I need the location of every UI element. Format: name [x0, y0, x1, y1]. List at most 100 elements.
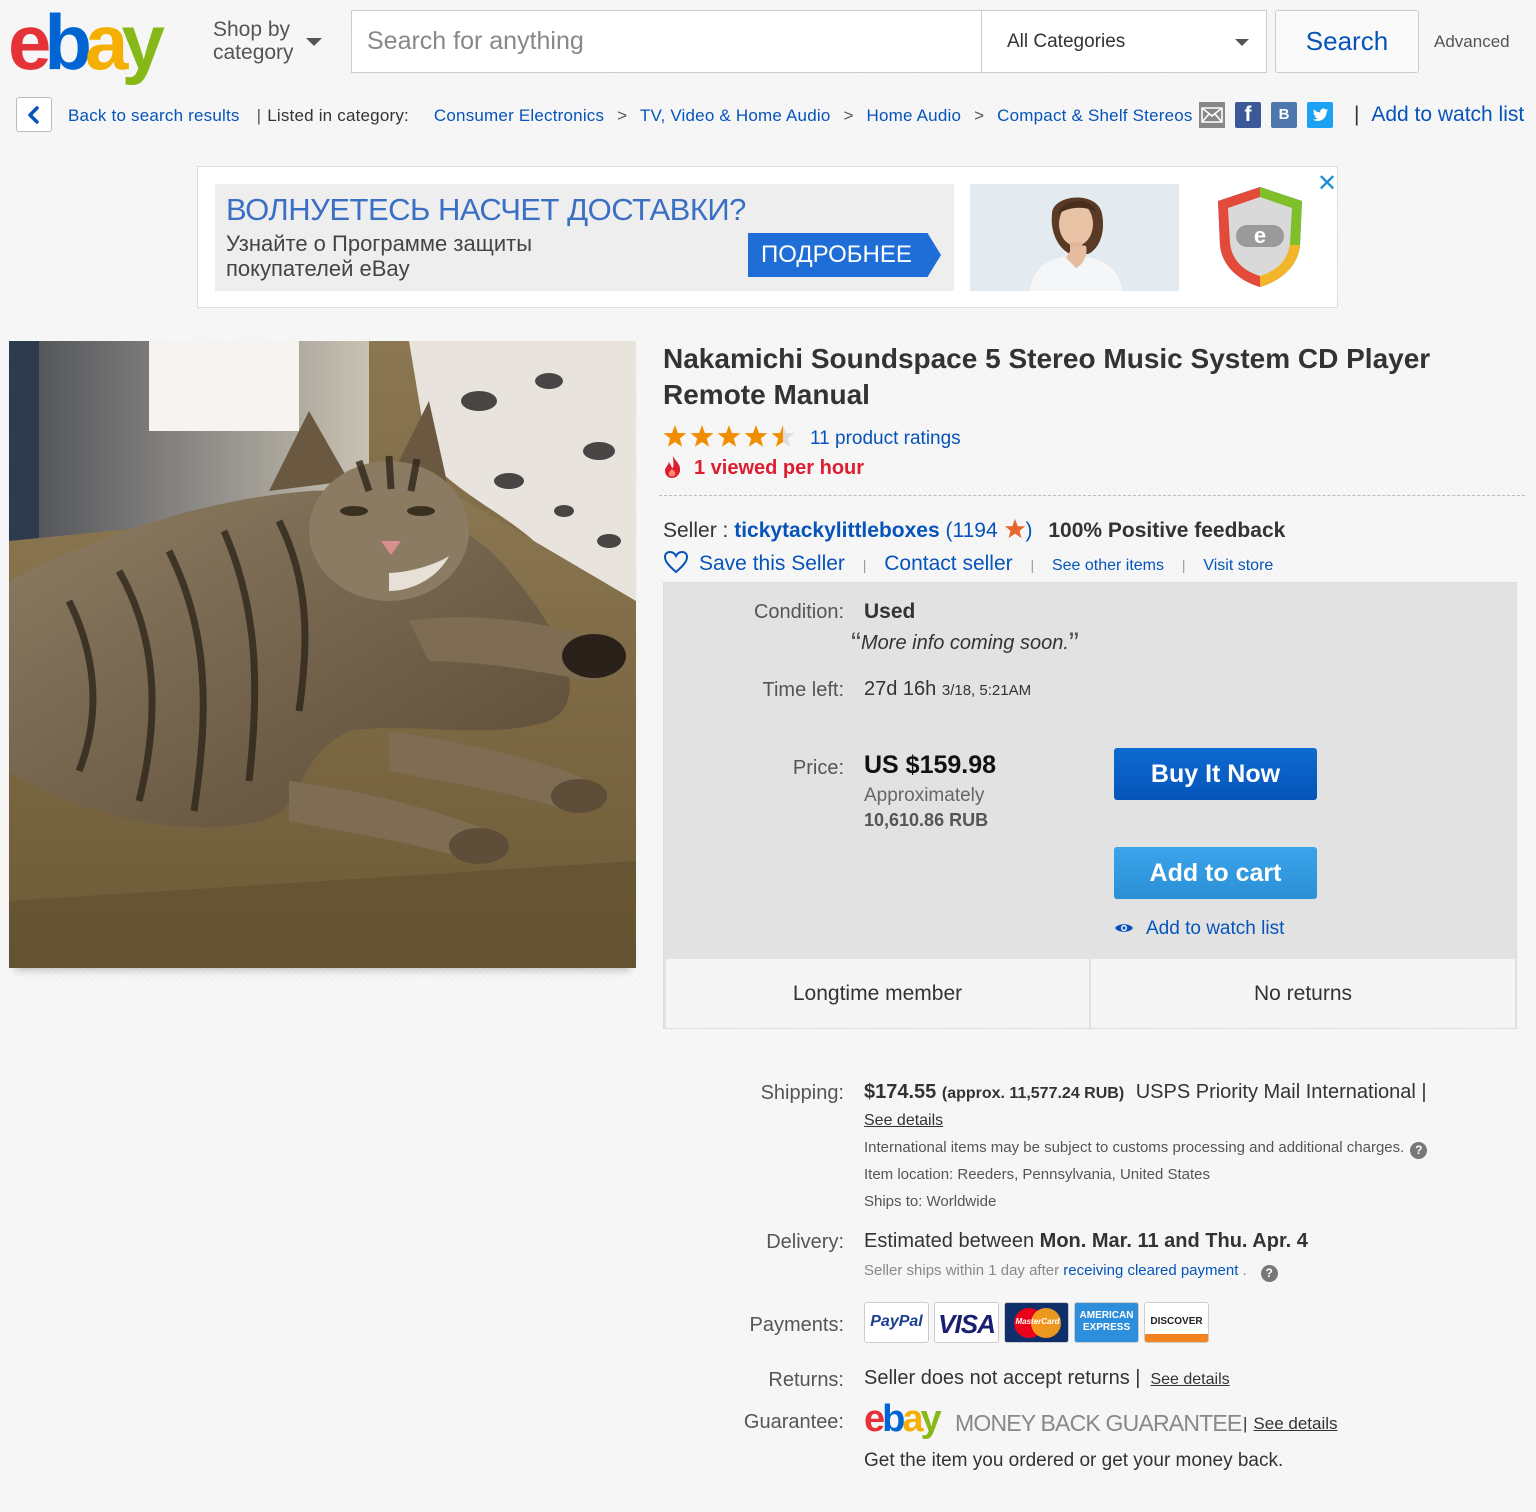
time-left-label: Time left: [762, 679, 845, 701]
back-to-results-link[interactable]: Back to search results [68, 106, 240, 125]
discover-icon: DISCOVER [1144, 1302, 1209, 1343]
seller-feedback-score[interactable]: 1194 [952, 519, 997, 542]
save-seller-link[interactable]: Save this Seller [699, 552, 845, 575]
buy-it-now-button[interactable]: Buy It Now [1114, 748, 1317, 800]
shipping-approx: (approx. 11,577.24 RUB) [941, 1085, 1125, 1102]
visa-label: VISA [938, 1309, 996, 1339]
breadcrumb-separator: > [974, 106, 985, 125]
star-rating[interactable] [663, 424, 803, 455]
ad-headline: ВОЛНУЕТЕСЬ НАСЧЕТ ДОСТАВКИ? [226, 192, 746, 227]
discover-orange-bar [1145, 1334, 1208, 1342]
watch-eye-graphic [1115, 924, 1133, 932]
end-time: 3/18, 5:21AM [941, 682, 1032, 699]
add-to-cart-button[interactable]: Add to cart [1114, 847, 1317, 899]
see-other-items-link[interactable]: See other items [1052, 557, 1164, 574]
divider: | [1030, 557, 1035, 573]
product-image[interactable] [9, 341, 636, 968]
returns-text: Seller does not accept returns | [864, 1367, 1141, 1389]
shield-letter: e [1254, 223, 1266, 248]
guarantee-pipe: | [1243, 1414, 1248, 1433]
returns-see-details-link[interactable]: See details [1150, 1371, 1229, 1388]
divider [659, 495, 1525, 496]
feedback-star-icon [1004, 518, 1025, 539]
returns-label: Returns: [768, 1369, 844, 1391]
approx-value: 10,610.86 RUB [864, 810, 989, 830]
ad-woman-photo [970, 184, 1179, 291]
contact-seller-link[interactable]: Contact seller [884, 552, 1012, 575]
shop-by-category-button[interactable]: Shop by category [213, 18, 322, 64]
star-icon [771, 425, 795, 447]
top-watch-list: | Add to watch list [1354, 103, 1524, 127]
top-add-to-watch-list-link[interactable]: Add to watch list [1371, 103, 1524, 126]
delivery-range: Mon. Mar. 11 and Thu. Apr. 4 [1039, 1230, 1308, 1252]
mastercard-label: MasterCard [1015, 1317, 1060, 1326]
star-icon [717, 425, 741, 447]
help-icon[interactable]: ? [1260, 1265, 1278, 1282]
breadcrumb-item-consumer-electronics[interactable]: Consumer Electronics [434, 106, 604, 125]
search-button[interactable]: Search [1275, 10, 1419, 73]
ad-text-panel: ВОЛНУЕТЕСЬ НАСЧЕТ ДОСТАВКИ? Узнайте о Пр… [215, 184, 954, 291]
heart-icon[interactable] [663, 550, 689, 574]
facebook-icon[interactable]: f [1235, 102, 1261, 128]
breadcrumb-item-tv-video-home-audio[interactable]: TV, Video & Home Audio [640, 106, 831, 125]
shipping-service: USPS Priority Mail International | [1135, 1081, 1427, 1103]
shipping-see-details-link[interactable]: See details [864, 1112, 943, 1130]
time-left: 27d 16h 3/18, 5:21AM [864, 678, 1031, 701]
logo-letter-e: e [8, 0, 51, 86]
positive-feedback: 100% Positive feedback [1048, 519, 1286, 542]
breadcrumb-divider: | [256, 106, 262, 125]
approx-label: Approximately [864, 785, 985, 806]
twitter-icon[interactable] [1307, 102, 1333, 128]
seller-name-link[interactable]: tickytackylittleboxes [734, 519, 939, 542]
envelope-icon [1199, 102, 1225, 128]
back-button[interactable] [16, 97, 52, 132]
guarantee-note: Get the item you ordered or get your mon… [864, 1450, 1284, 1471]
delivery-prefix: Estimated between [864, 1230, 1035, 1252]
guarantee-logo-b: b [882, 1398, 905, 1440]
ebay-logo[interactable]: ebay [8, 0, 165, 86]
condition-note-text: More info coming soon. [861, 632, 1069, 654]
international-note: International items may be subject to cu… [864, 1139, 1428, 1159]
logo-letter-a: a [85, 0, 128, 86]
tabby-cat-photo [9, 341, 636, 968]
item-location: Item location: Reeders, Pennsylvania, Un… [864, 1166, 1211, 1183]
advanced-search-link[interactable]: Advanced [1434, 32, 1510, 52]
cleared-payment-link[interactable]: receiving cleared payment [1063, 1262, 1238, 1279]
breadcrumb-item-compact-shelf-stereos[interactable]: Compact & Shelf Stereos [997, 106, 1192, 125]
search-input[interactable] [351, 10, 982, 73]
visit-store-link[interactable]: Visit store [1203, 557, 1273, 574]
visa-icon: VISA [934, 1302, 999, 1343]
discover-label: DISCOVER [1150, 1316, 1203, 1327]
delivery-label: Delivery: [766, 1231, 844, 1253]
twitter-bird-icon [1312, 108, 1328, 121]
condition-value: Used [864, 600, 916, 623]
mail-icon[interactable] [1199, 102, 1225, 128]
help-icon[interactable]: ? [1410, 1142, 1428, 1159]
breadcrumb-item-home-audio[interactable]: Home Audio [867, 106, 962, 125]
chevron-down-icon [1235, 39, 1249, 46]
badge-longtime-member: Longtime member [666, 959, 1090, 1028]
returns-value: Seller does not accept returns | See deta… [864, 1367, 1230, 1390]
quote-open: “ [851, 627, 861, 660]
category-select[interactable]: All Categories [981, 10, 1267, 73]
stars-icon [663, 425, 795, 447]
delivery-sub-prefix: Seller ships within 1 day after [864, 1262, 1060, 1279]
price-label: Price: [792, 757, 844, 779]
eye-icon[interactable] [1114, 920, 1134, 941]
guarantee-logo-e: e [864, 1398, 885, 1440]
viewed-per-hour: 1 viewed per hour [694, 457, 865, 479]
star-icon [690, 425, 714, 447]
quote-close: ” [1068, 627, 1079, 660]
shop-by-category-label: Shop by category [213, 18, 294, 64]
product-ratings-link[interactable]: 11 product ratings [810, 428, 961, 450]
shield-graphic: e [1218, 187, 1302, 287]
delivery-estimate: Estimated between Mon. Mar. 11 and Thu. … [864, 1230, 1308, 1253]
ad-cta-button[interactable]: ПОДРОБНЕЕ [748, 233, 941, 277]
logo-letter-y: y [121, 0, 164, 86]
guarantee-logo-a: a [902, 1398, 923, 1440]
add-to-watch-list-link[interactable]: Add to watch list [1146, 918, 1284, 940]
ad-banner[interactable]: ВОЛНУЕТЕСЬ НАСЧЕТ ДОСТАВКИ? Узнайте о Пр… [197, 166, 1338, 308]
vk-icon[interactable]: B [1271, 102, 1297, 128]
guarantee-see-details-link[interactable]: See details [1253, 1414, 1337, 1433]
close-icon[interactable]: ✕ [1317, 169, 1337, 198]
